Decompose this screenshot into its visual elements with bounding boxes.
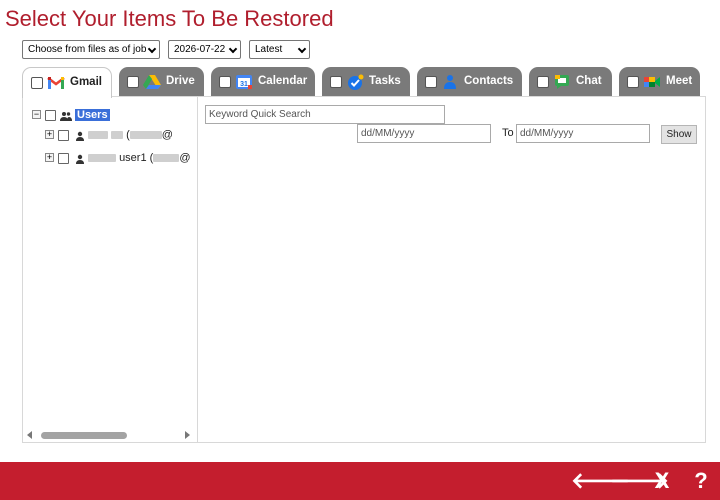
date-to-placeholder: dd/MM/yyyy	[520, 128, 574, 139]
meet-icon	[644, 77, 660, 87]
calendar-icon: 31	[236, 75, 252, 89]
tab-calendar[interactable]: 31 Calendar	[211, 67, 315, 97]
scroll-left-icon[interactable]	[27, 431, 32, 439]
collapse-toggle[interactable]: −	[32, 110, 41, 119]
scroll-right-icon[interactable]	[185, 431, 190, 439]
tasks-icon	[348, 74, 364, 90]
tab-gmail[interactable]: Gmail	[22, 67, 112, 98]
user-icon	[76, 154, 84, 164]
user-checkbox[interactable]	[58, 153, 69, 164]
tab-gmail-label: Gmail	[70, 76, 102, 88]
user-handle: user1	[119, 152, 147, 164]
restore-source-value: Choose from files as of job	[28, 44, 147, 55]
page-title: Select Your Items To Be Restored	[5, 6, 334, 31]
restore-source-select[interactable]: Choose from files as of job	[22, 40, 160, 59]
tasks-checkbox[interactable]	[330, 76, 342, 88]
chevron-down-icon	[297, 44, 307, 54]
user-name-label: (@	[88, 129, 173, 141]
redacted-name	[111, 131, 124, 140]
tree-user-row: + (@	[45, 129, 197, 144]
tab-chat[interactable]: Chat	[529, 67, 612, 97]
tree-user-row: + user1 (@	[45, 152, 197, 167]
date-to-label: To	[502, 127, 514, 139]
expand-toggle[interactable]: +	[45, 130, 54, 139]
drive-checkbox[interactable]	[127, 76, 139, 88]
close-icon[interactable]: X	[649, 467, 675, 495]
users-checkbox[interactable]	[45, 110, 56, 121]
tab-drive[interactable]: Drive	[119, 67, 204, 97]
service-tabs: Gmail Drive 31 Calendar Tasks Contacts C…	[22, 67, 706, 98]
user-at: @	[161, 129, 173, 141]
users-group-icon	[60, 112, 72, 121]
redacted-email	[129, 131, 162, 140]
svg-text:31: 31	[240, 81, 248, 88]
item-results-panel	[197, 96, 706, 443]
user-icon	[76, 131, 84, 141]
chat-checkbox[interactable]	[537, 76, 549, 88]
help-icon[interactable]: ?	[688, 467, 714, 495]
restore-date-select[interactable]: 2026-07-22	[168, 40, 241, 59]
keyword-search-placeholder: Keyword Quick Search	[209, 109, 311, 120]
redacted-email	[153, 154, 180, 163]
date-to-input[interactable]: dd/MM/yyyy	[516, 124, 650, 143]
redacted-name	[88, 131, 108, 140]
footer-bar: 🡐 🡒 X ?	[0, 462, 720, 500]
drive-icon	[143, 75, 161, 89]
filter-bar: Choose from files as of job 2026-07-22 L…	[0, 40, 720, 59]
keyword-search-input[interactable]: Keyword Quick Search	[205, 105, 445, 124]
date-from-placeholder: dd/MM/yyyy	[361, 128, 415, 139]
gmail-checkbox[interactable]	[31, 77, 43, 89]
user-tree-panel[interactable]: − Users + (@ + user1 (@	[22, 96, 198, 443]
back-arrow-icon[interactable]: 🡐	[571, 467, 630, 495]
tab-meet[interactable]: Meet	[619, 67, 700, 97]
user-name-label: user1 (@	[88, 152, 191, 164]
chevron-down-icon	[147, 44, 157, 54]
tab-tasks[interactable]: Tasks	[322, 67, 410, 97]
meet-checkbox[interactable]	[627, 76, 639, 88]
scrollbar-thumb[interactable]	[41, 432, 127, 439]
expand-toggle[interactable]: +	[45, 153, 54, 162]
date-from-input[interactable]: dd/MM/yyyy	[357, 124, 491, 143]
tab-drive-label: Drive	[166, 75, 195, 87]
contacts-checkbox[interactable]	[425, 76, 437, 88]
user-checkbox[interactable]	[58, 130, 69, 141]
gmail-icon	[47, 76, 65, 89]
version-value: Latest	[255, 44, 283, 55]
tab-contacts[interactable]: Contacts	[417, 67, 522, 97]
forward-arrow-icon[interactable]: 🡒	[610, 467, 669, 495]
chat-icon	[555, 75, 569, 89]
tab-meet-label: Meet	[666, 75, 693, 87]
restore-date-value: 2026-07-22	[174, 44, 226, 55]
tree-horizontal-scrollbar[interactable]	[23, 428, 197, 442]
chevron-down-icon	[228, 44, 238, 54]
tab-contacts-label: Contacts	[464, 75, 514, 87]
users-label[interactable]: Users	[75, 109, 110, 121]
tab-calendar-label: Calendar	[258, 75, 308, 87]
redacted-name	[88, 154, 116, 163]
tab-chat-label: Chat	[576, 75, 602, 87]
calendar-checkbox[interactable]	[219, 76, 231, 88]
contacts-icon	[444, 75, 456, 89]
tab-tasks-label: Tasks	[369, 75, 401, 87]
show-button[interactable]: Show	[661, 125, 697, 144]
tree-root-users: − Users	[32, 109, 192, 124]
version-select[interactable]: Latest	[249, 40, 310, 59]
user-at: @	[179, 152, 191, 164]
